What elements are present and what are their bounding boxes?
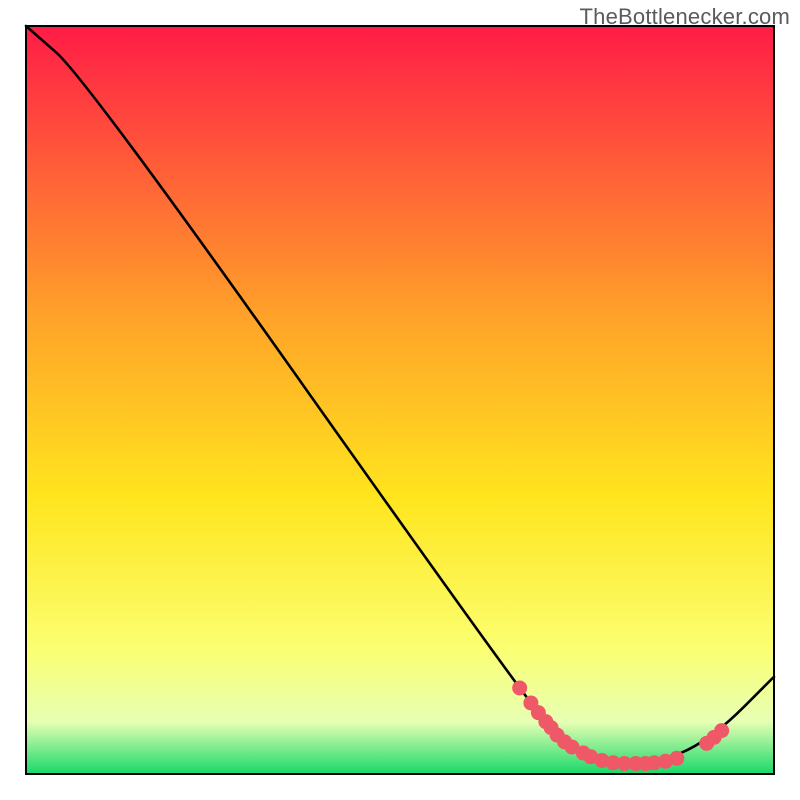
chart-frame: TheBottlenecker.com: [0, 0, 800, 800]
bottleneck-chart: [0, 0, 800, 800]
